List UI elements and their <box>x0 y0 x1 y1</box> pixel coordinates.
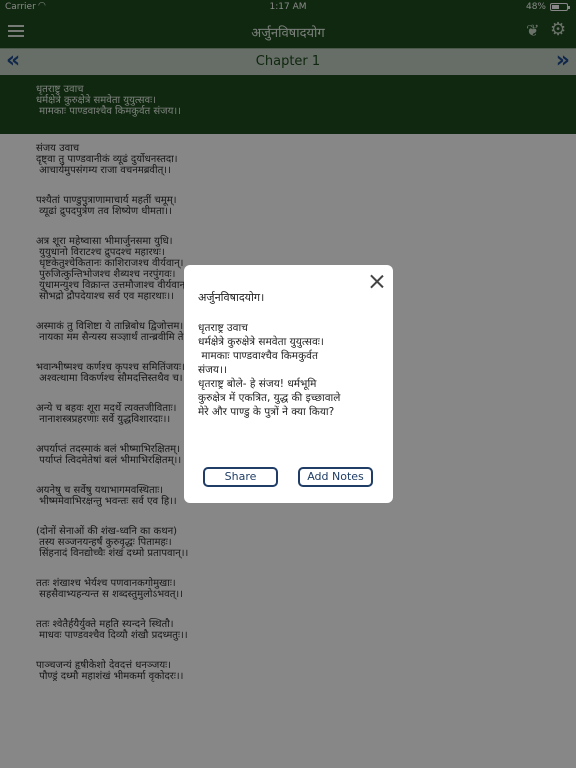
modal-title: अर्जुनविषादयोग। <box>198 291 265 304</box>
modal-verse-text: धृतराष्ट्र उवाच धर्मक्षेत्रे कुरुक्षेत्र… <box>198 322 341 418</box>
verse-detail-modal: अर्जुनविषादयोग। धृतराष्ट्र उवाच धर्मक्षे… <box>184 265 393 503</box>
share-button[interactable]: Share <box>203 467 278 487</box>
close-icon[interactable] <box>370 274 384 288</box>
add-notes-button[interactable]: Add Notes <box>298 467 373 487</box>
